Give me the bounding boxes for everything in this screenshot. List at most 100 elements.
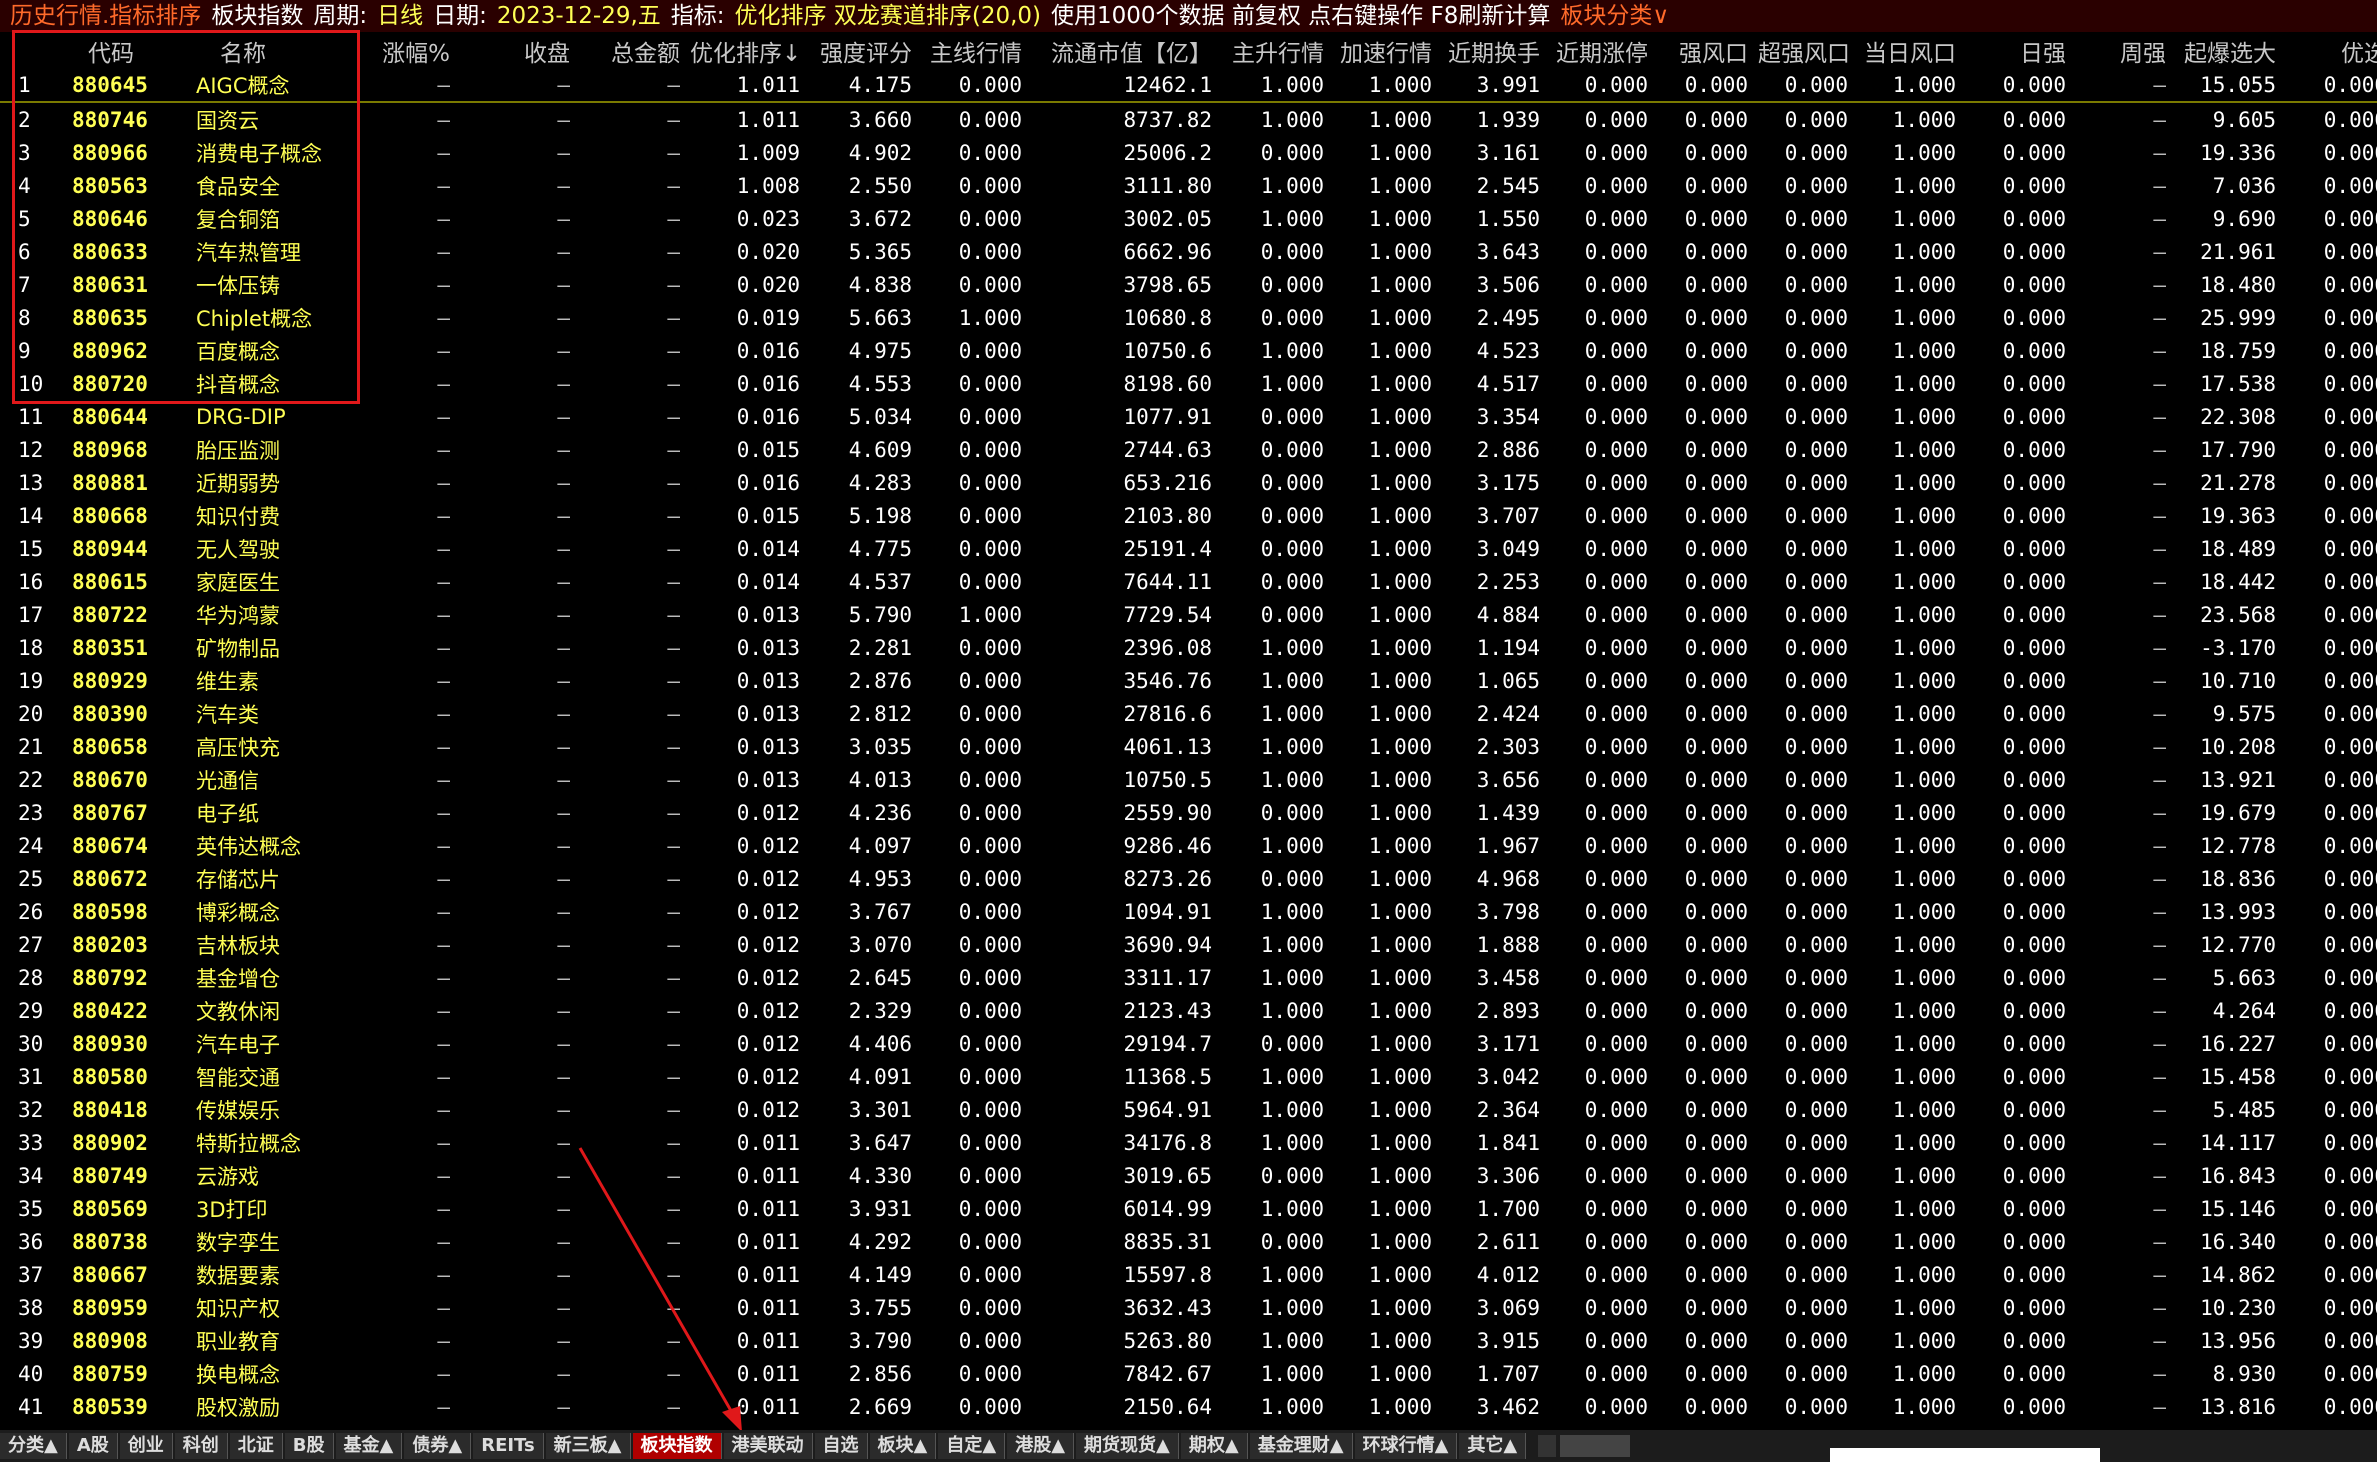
table-row[interactable]: 34 880749 云游戏 – – – 0.011 4.330 0.000 3019.65 0.00… — [0, 1159, 2377, 1192]
column-header-week-strong[interactable]: 周强 — [2076, 34, 2176, 68]
tab-scrollbar[interactable] — [1560, 1435, 1631, 1457]
tab-10[interactable]: 板块指数 — [632, 1433, 722, 1459]
table-row[interactable]: 24 880674 英伟达概念 – – – 0.012 4.097 0.000 9286.46 1.… — [0, 829, 2377, 862]
table-row[interactable]: 2 880746 国资云 – – – 1.011 3.660 0.000 8737.82 1.000… — [0, 102, 2377, 136]
title-segment[interactable]: 板块分类∨ — [1560, 3, 1669, 29]
tab-scroll-left-button[interactable] — [1538, 1435, 1557, 1457]
column-header-accel[interactable]: 加速行情 — [1334, 34, 1442, 68]
table-row[interactable]: 15 880944 无人驾驶 – – – 0.014 4.775 0.000 25191.4 0.0… — [0, 532, 2377, 565]
column-header-name[interactable]: 名称 — [180, 34, 370, 68]
column-header-index[interactable] — [0, 34, 52, 68]
column-header-preferred[interactable]: 优选 — [2286, 34, 2377, 68]
tab-3[interactable]: 科创 — [174, 1433, 228, 1459]
table-row[interactable]: 22 880670 光通信 – – – 0.013 4.013 0.000 10750.5 1.00… — [0, 763, 2377, 796]
table-row[interactable]: 12 880968 胎压监测 – – – 0.015 4.609 0.000 2744.63 0.0… — [0, 433, 2377, 466]
table-row[interactable]: 32 880418 传媒娱乐 – – – 0.012 3.301 0.000 5964.91 1.0… — [0, 1093, 2377, 1126]
column-header-day-wind[interactable]: 当日风口 — [1858, 34, 1966, 68]
table-row[interactable]: 10 880720 抖音概念 – – – 0.016 4.553 0.000 8198.60 1.0… — [0, 367, 2377, 400]
tab-6[interactable]: 基金▲ — [335, 1433, 403, 1459]
tab-13[interactable]: 板块▲ — [869, 1433, 937, 1459]
table-row[interactable]: 39 880908 职业教育 – – – 0.011 3.790 0.000 5263.80 1.0… — [0, 1324, 2377, 1357]
tab-8[interactable]: REITs — [473, 1433, 544, 1459]
table-row[interactable]: 17 880722 华为鸿蒙 – – – 0.013 5.790 1.000 7729.54 0.0… — [0, 598, 2377, 631]
table-row[interactable]: 4 880563 食品安全 – – – 1.008 2.550 0.000 3111.80 1.00… — [0, 169, 2377, 202]
table-row[interactable]: 36 880738 数字孪生 – – – 0.011 4.292 0.000 8835.31 0.0… — [0, 1225, 2377, 1258]
table-row[interactable]: 35 880569 3D打印 – – – 0.011 3.931 0.000 6014.99 1.0… — [0, 1192, 2377, 1225]
table-row[interactable]: 1 880645 AIGC概念 – – –1.011 4.175 0.000 12462.1 1.… — [0, 68, 2377, 103]
table-row[interactable]: 11 880644 DRG-DIP – – – 0.016 5.034 0.000 1077.91… — [0, 400, 2377, 433]
table-row[interactable]: 8 880635 Chiplet概念 – – – 0.019 5.663 1.000 10680.… — [0, 301, 2377, 334]
column-header-breakout[interactable]: 起爆选大 — [2176, 34, 2286, 68]
cell-index: 14 — [18, 503, 44, 528]
cell-day-strong: 0.000 — [2002, 1229, 2066, 1254]
cell-opt-rank: 0.013 — [736, 701, 800, 726]
cell-mainline: 0.000 — [958, 1097, 1022, 1122]
table-row[interactable]: 13 880881 近期弱势 – – – 0.016 4.283 0.000 653.216 0.0… — [0, 466, 2377, 499]
cell-float-mcap: 10750.6 — [1123, 338, 1212, 363]
tab-15[interactable]: 港股▲ — [1007, 1433, 1075, 1459]
tab-7[interactable]: 债券▲ — [404, 1433, 472, 1459]
table-row[interactable]: 29 880422 文教休闲 – – – 0.012 2.329 0.000 2123.43 1.0… — [0, 994, 2377, 1027]
column-header-mainline[interactable]: 主线行情 — [922, 34, 1032, 68]
tab-17[interactable]: 期权▲ — [1180, 1433, 1248, 1459]
cell-preferred: 0.000 — [2286, 68, 2377, 103]
cell-amount: – — [667, 1394, 680, 1419]
table-row[interactable]: 18 880351 矿物制品 – – – 0.013 2.281 0.000 2396.08 1.0… — [0, 631, 2377, 664]
table-row[interactable]: 37 880667 数据要素 – – – 0.011 4.149 0.000 15597.8 1.0… — [0, 1258, 2377, 1291]
column-header-change-pct[interactable]: 涨幅% — [370, 34, 460, 68]
tab-12[interactable]: 自选 — [814, 1433, 868, 1459]
table-row[interactable]: 21 880658 高压快充 – – – 0.013 3.035 0.000 4061.13 1.0… — [0, 730, 2377, 763]
tab-18[interactable]: 基金理财▲ — [1249, 1433, 1353, 1459]
table-row[interactable]: 25 880672 存储芯片 – – – 0.012 4.953 0.000 8273.26 0.0… — [0, 862, 2377, 895]
column-header-strong-wind[interactable]: 强风口 — [1658, 34, 1758, 68]
column-header-code[interactable]: 代码 — [52, 34, 180, 68]
cell-code: 880631 — [72, 272, 148, 297]
table-row[interactable]: 16 880615 家庭医生 – – – 0.014 4.537 0.000 7644.11 0.0… — [0, 565, 2377, 598]
column-header-day-strong[interactable]: 日强 — [1966, 34, 2076, 68]
tab-19[interactable]: 环球行情▲ — [1354, 1433, 1458, 1459]
tab-5[interactable]: B股 — [284, 1433, 334, 1459]
column-header-strength[interactable]: 强度评分 — [810, 34, 922, 68]
column-header-float-mcap[interactable]: 流通市值【亿】 — [1032, 34, 1222, 68]
table-row[interactable]: 31 880580 智能交通 – – – 0.012 4.091 0.000 11368.5 1.0… — [0, 1060, 2377, 1093]
table-row[interactable]: 40 880759 换电概念 – – – 0.011 2.856 0.000 7842.67 1.0… — [0, 1357, 2377, 1390]
tab-2[interactable]: 创业 — [119, 1433, 173, 1459]
tab-1[interactable]: A股 — [68, 1433, 118, 1459]
table-row[interactable]: 28 880792 基金增仓 – – – 0.012 2.645 0.000 3311.17 1.0… — [0, 961, 2377, 994]
column-header-opt-rank[interactable]: 优化排序↓ — [690, 34, 810, 68]
table-row[interactable]: 41 880539 股权激励 – – – 0.011 2.669 0.000 2150.64 1.0… — [0, 1390, 2377, 1423]
tab-16[interactable]: 期货现货▲ — [1076, 1433, 1179, 1459]
table-row[interactable]: 23 880767 电子纸 – – – 0.012 4.236 0.000 2559.90 0.00… — [0, 796, 2377, 829]
column-header-amount[interactable]: 总金额 — [580, 34, 690, 68]
table-row[interactable]: 30 880930 汽车电子 – – – 0.012 4.406 0.000 29194.7 0.0… — [0, 1027, 2377, 1060]
tab-9[interactable]: 新三板▲ — [545, 1433, 631, 1459]
tab-4[interactable]: 北证 — [229, 1433, 283, 1459]
table-row[interactable]: 19 880929 维生素 – – – 0.013 2.876 0.000 3546.76 1.00… — [0, 664, 2377, 697]
table-row[interactable]: 5 880646 复合铜箔 – – – 0.023 3.672 0.000 3002.05 1.00… — [0, 202, 2377, 235]
column-header-super-wind[interactable]: 超强风口 — [1758, 34, 1858, 68]
column-header-main-rise[interactable]: 主升行情 — [1222, 34, 1334, 68]
table-row[interactable]: 38 880959 知识产权 – – – 0.011 3.755 0.000 3632.43 1.0… — [0, 1291, 2377, 1324]
tab-11[interactable]: 港美联动 — [723, 1433, 813, 1459]
table-row[interactable]: 33 880902 特斯拉概念 – – – 0.011 3.647 0.000 34176.8 1.… — [0, 1126, 2377, 1159]
table-row[interactable]: 14 880668 知识付费 – – – 0.015 5.198 0.000 2103.80 0.0… — [0, 499, 2377, 532]
tab-20[interactable]: 其它▲ — [1459, 1433, 1527, 1459]
cell-change-pct: – — [370, 68, 460, 103]
table-row[interactable]: 26 880598 博彩概念 – – – 0.012 3.767 0.000 1094.91 1.0… — [0, 895, 2377, 928]
tab-14[interactable]: 自定▲ — [938, 1433, 1006, 1459]
table-row[interactable]: 7 880631 一体压铸 – – – 0.020 4.838 0.000 3798.65 0.00… — [0, 268, 2377, 301]
column-header-turnover[interactable]: 近期换手 — [1442, 34, 1550, 68]
column-header-close[interactable]: 收盘 — [460, 34, 580, 68]
cell-float-mcap: 3002.05 — [1123, 206, 1212, 231]
tab-0[interactable]: 分类▲ — [0, 1433, 67, 1459]
table-row[interactable]: 27 880203 吉林板块 – – – 0.012 3.070 0.000 3690.94 1.0… — [0, 928, 2377, 961]
table-row[interactable]: 9 880962 百度概念 – – – 0.016 4.975 0.000 10750.6 1.00… — [0, 334, 2377, 367]
cell-name: AIGC概念 — [180, 68, 370, 103]
table-row[interactable]: 6 880633 汽车热管理 – – – 0.020 5.365 0.000 6662.96 0.0… — [0, 235, 2377, 268]
ranking-table[interactable]: 代码 名称 涨幅% 收盘 总金额 优化排序↓ 强度评分 主线行情 流通市值【亿】 主升行情 加速行情… — [0, 34, 2377, 1423]
table-row[interactable]: 20 880390 汽车类 – – – 0.013 2.812 0.000 27816.6 1.00… — [0, 697, 2377, 730]
column-header-limit-up[interactable]: 近期涨停 — [1550, 34, 1658, 68]
cell-strength: 3.660 — [848, 107, 912, 132]
table-row[interactable]: 3 880966 消费电子概念 – – – 1.009 4.902 0.000 25006.2 0.… — [0, 136, 2377, 169]
cell-strength: 4.292 — [848, 1229, 912, 1254]
